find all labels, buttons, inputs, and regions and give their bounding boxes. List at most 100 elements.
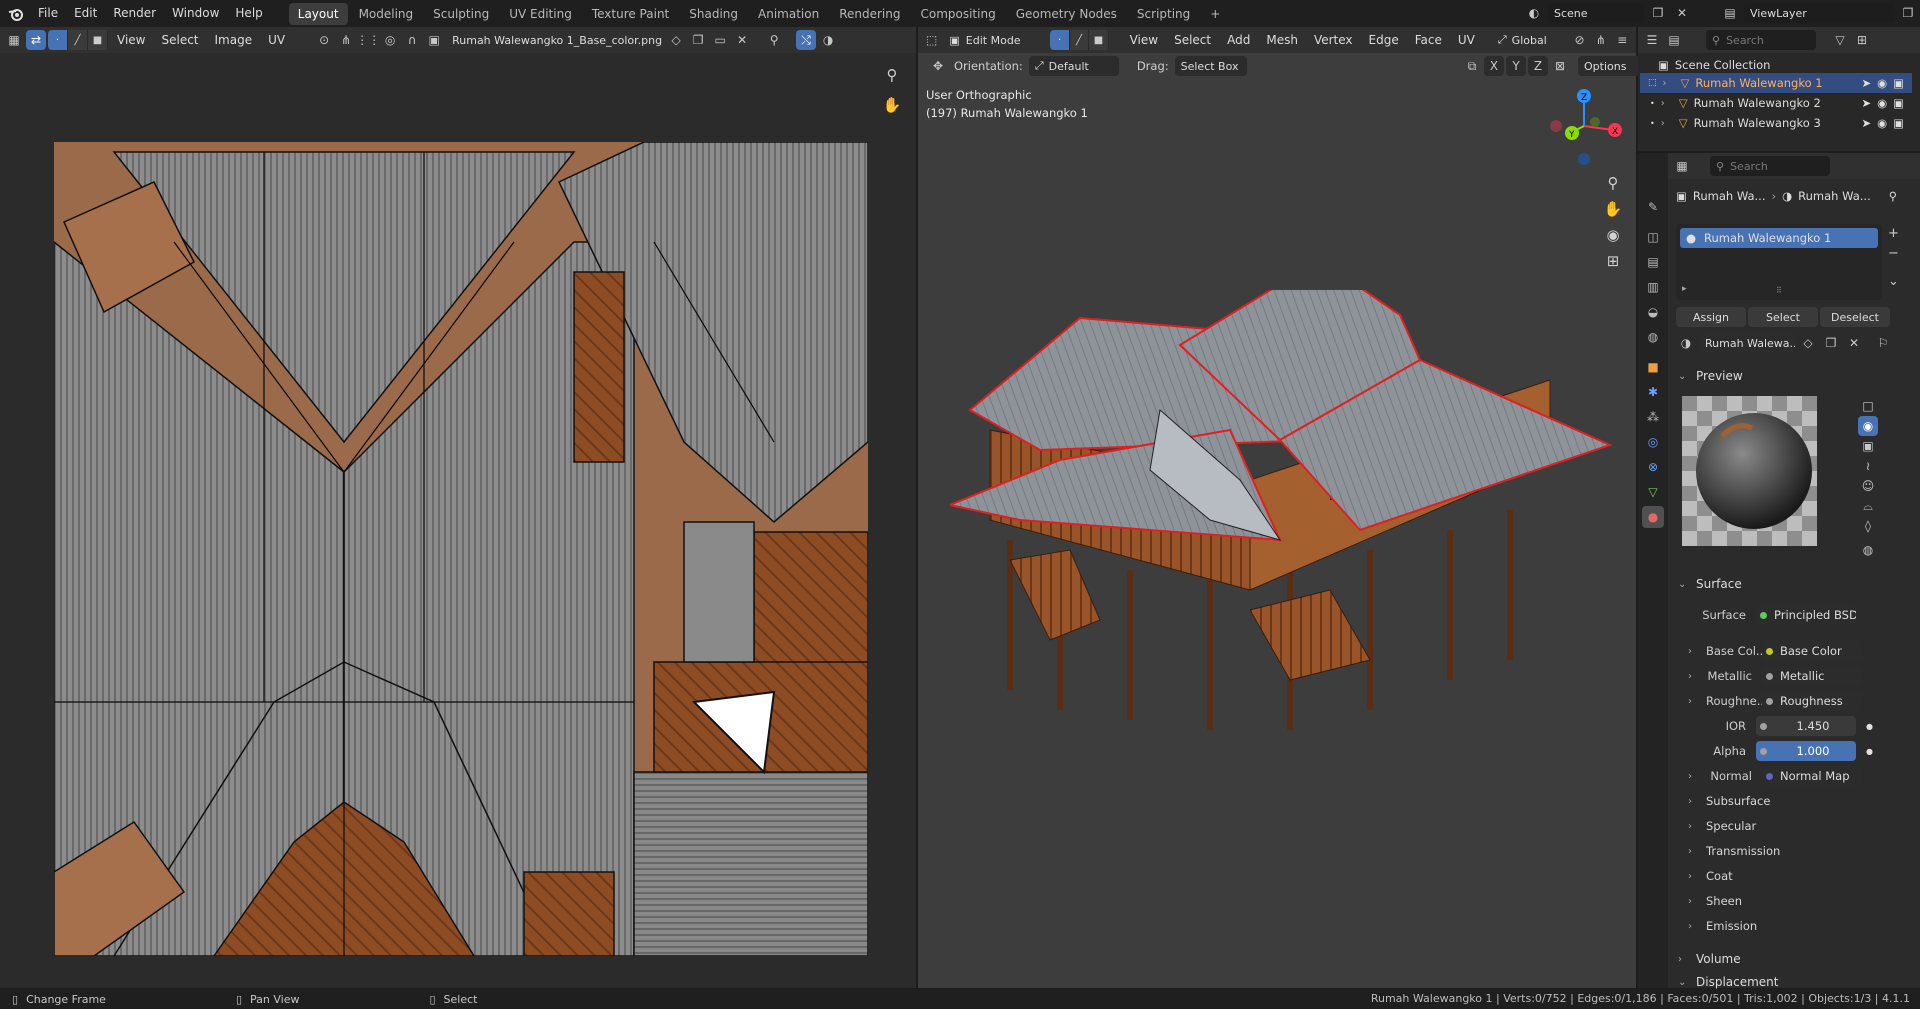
menu-window[interactable]: Window <box>164 0 227 27</box>
vp-menu-add[interactable]: Add <box>1220 33 1257 47</box>
roughness-field[interactable]: Roughness <box>1762 691 1862 711</box>
tab-texture-paint[interactable]: Texture Paint <box>583 3 678 25</box>
snap-icon[interactable]: ⋔ <box>336 30 356 50</box>
display-mode-icon[interactable]: ▤ <box>1664 30 1684 50</box>
tool-tab-icon[interactable]: ✎ <box>1642 196 1664 218</box>
pin-icon[interactable]: ⚲ <box>764 30 784 50</box>
selectable-icon[interactable]: ➤ <box>1861 76 1871 90</box>
normal-field[interactable]: Normal Map <box>1762 766 1862 786</box>
visibility-eye-icon[interactable]: ◉ <box>1877 116 1887 130</box>
menu-help[interactable]: Help <box>227 0 270 27</box>
auto-merge-icon[interactable]: ⊠ <box>1550 56 1570 76</box>
expand-chevron-icon[interactable]: › <box>1688 671 1702 682</box>
mirror-z-button[interactable]: Z <box>1528 56 1548 76</box>
new-scene-icon[interactable]: ❐ <box>1648 3 1668 23</box>
outliner-search[interactable]: ⚲ Search <box>1706 30 1816 50</box>
keyframe-dot-icon[interactable]: ● <box>1866 722 1873 731</box>
viewport-zoom-icon[interactable]: ⚲ <box>1600 170 1626 196</box>
scene-name-field[interactable]: Scene <box>1548 3 1644 23</box>
orientation-dropdown[interactable]: ⤢ Default <box>1028 56 1119 76</box>
vp-menu-edge[interactable]: Edge <box>1362 33 1406 47</box>
expand-chevron-icon[interactable]: › <box>1661 118 1675 129</box>
options-dropdown[interactable]: Options <box>1578 56 1640 76</box>
expand-chevron-icon[interactable]: › <box>1688 696 1702 707</box>
camera-view-icon[interactable]: ◉ <box>1600 222 1626 248</box>
selectable-icon[interactable]: ➤ <box>1861 116 1871 130</box>
subsurface-subpanel[interactable]: › Subsurface <box>1688 791 1770 811</box>
selectable-icon[interactable]: ➤ <box>1861 96 1871 110</box>
preview-panel-header[interactable]: ⌄ Preview <box>1678 365 1908 387</box>
emission-subpanel[interactable]: › Emission <box>1688 916 1757 936</box>
unlink-image-icon[interactable]: ✕ <box>732 30 752 50</box>
tab-uv-editing[interactable]: UV Editing <box>500 3 581 25</box>
pivot-icon[interactable]: ⊙ <box>314 30 334 50</box>
tab-layout[interactable]: Layout <box>288 2 348 25</box>
output-tab-icon[interactable]: ▤ <box>1642 251 1664 273</box>
data-tab-icon[interactable]: ▽ <box>1642 481 1664 503</box>
drag-dropdown[interactable]: Select Box <box>1174 56 1247 76</box>
render-tab-icon[interactable]: ◫ <box>1642 226 1664 248</box>
slots-expand-icon[interactable]: ▸ <box>1682 284 1687 294</box>
material-tab-icon[interactable]: ● <box>1642 506 1664 528</box>
assign-button[interactable]: Assign <box>1676 307 1746 327</box>
tab-geometry-nodes[interactable]: Geometry Nodes <box>1007 3 1126 25</box>
vp-menu-face[interactable]: Face <box>1408 33 1449 47</box>
surface-panel-header[interactable]: ⌄ Surface <box>1678 573 1908 595</box>
remove-slot-icon[interactable]: − <box>1888 244 1899 264</box>
uv-menu-image[interactable]: Image <box>208 33 260 47</box>
image-browse-icon[interactable]: ▣ <box>424 30 444 50</box>
constraints-tab-icon[interactable]: ⊗ <box>1642 456 1664 478</box>
proportional-edit-icon[interactable]: ◎ <box>380 30 400 50</box>
open-image-icon[interactable]: ▭ <box>710 30 730 50</box>
scene-icon[interactable]: ◐ <box>1524 3 1544 23</box>
tab-scripting[interactable]: Scripting <box>1128 3 1199 25</box>
browse-material-icon[interactable]: ◑ <box>1676 333 1696 353</box>
view-layer-icon[interactable]: ▤ <box>1720 3 1740 23</box>
viewport-pan-icon[interactable]: ✋ <box>1600 196 1626 222</box>
pivot-point-icon[interactable]: ⊘ <box>1570 30 1589 50</box>
new-image-icon[interactable]: ❐ <box>688 30 708 50</box>
uv-sculpt-icon[interactable]: ⤭ <box>796 30 817 50</box>
specular-subpanel[interactable]: › Specular <box>1688 816 1756 836</box>
menu-edit[interactable]: Edit <box>66 0 105 27</box>
tab-animation[interactable]: Animation <box>749 3 828 25</box>
sync-selection-icon[interactable]: ⇄ <box>26 30 46 50</box>
alpha-field[interactable]: 1.000 <box>1756 741 1856 761</box>
mirror-icon[interactable]: ⧉ <box>1462 56 1482 76</box>
uv-menu-view[interactable]: View <box>110 33 152 47</box>
new-view-layer-icon[interactable]: ❐ <box>1898 3 1918 23</box>
unlink-material-icon[interactable]: ✕ <box>1844 333 1864 353</box>
uv-menu-select[interactable]: Select <box>154 33 205 47</box>
zoom-view-icon[interactable]: ⚲ <box>879 62 905 88</box>
ior-field[interactable]: 1.450 <box>1756 716 1856 736</box>
menu-file[interactable]: File <box>30 0 66 27</box>
preview-flat-icon[interactable]: □ <box>1858 396 1878 416</box>
new-collection-icon[interactable]: ⊞ <box>1852 30 1872 50</box>
blender-logo-icon[interactable] <box>6 4 26 24</box>
tab-shading[interactable]: Shading <box>680 3 747 25</box>
mirror-y-button[interactable]: Y <box>1506 56 1526 76</box>
base-color-field[interactable]: Base Color <box>1762 641 1862 661</box>
material-link-icon[interactable]: ⚐ <box>1873 333 1893 353</box>
overlays-icon[interactable]: ◑ <box>818 30 838 50</box>
material-fake-user-icon[interactable]: ◇ <box>1798 333 1818 353</box>
image-name-field[interactable]: Rumah Walewangko 1_Base_color.png <box>446 30 665 50</box>
mesh-vertex-select-icon[interactable]: · <box>1050 30 1070 50</box>
preview-monkey-icon[interactable]: ☺ <box>1858 476 1878 496</box>
pin-breadcrumb-icon[interactable]: ⚲ <box>1889 189 1897 203</box>
world-tab-icon[interactable]: ◍ <box>1642 326 1664 348</box>
render-camera-icon[interactable]: ▣ <box>1893 76 1904 90</box>
editor-type-icon[interactable]: ▦ <box>4 30 24 50</box>
preview-cloth-icon[interactable]: ⌓ <box>1858 496 1878 516</box>
fake-user-icon[interactable]: ◇ <box>666 30 686 50</box>
vp-menu-view[interactable]: View <box>1123 33 1165 47</box>
keyframe-dot-icon[interactable]: ● <box>1866 747 1873 756</box>
preview-cube-icon[interactable]: ▣ <box>1858 436 1878 456</box>
navigation-gizmo[interactable]: Z X Y <box>1538 86 1628 170</box>
tab-rendering[interactable]: Rendering <box>830 3 909 25</box>
uv-menu-uv[interactable]: UV <box>261 33 292 47</box>
sheen-subpanel[interactable]: › Sheen <box>1688 891 1742 911</box>
menu-render[interactable]: Render <box>105 0 164 27</box>
vp-menu-vertex[interactable]: Vertex <box>1307 33 1360 47</box>
preview-fluid-icon[interactable]: ◊ <box>1858 516 1878 536</box>
